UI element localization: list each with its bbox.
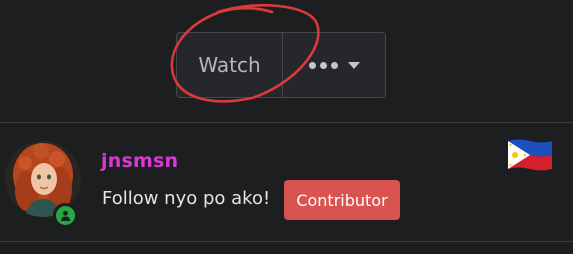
user-bio: Follow nyo po ako! (102, 188, 271, 209)
philippines-flag-icon (508, 139, 552, 171)
ellipsis-icon (308, 61, 338, 69)
online-status-icon (53, 203, 77, 227)
watch-button-label: Watch (198, 53, 261, 77)
divider-top (0, 122, 573, 123)
watch-button[interactable]: Watch (177, 33, 283, 97)
contributor-badge: Contributor (284, 180, 400, 220)
caret-down-icon (347, 61, 360, 69)
username[interactable]: jnsmsn (101, 150, 178, 172)
watch-button-group: Watch (176, 32, 386, 98)
more-options-button[interactable] (283, 33, 385, 97)
page: Watch jnsmsn Follow nyo po ako! Contribu… (0, 0, 573, 254)
divider-bottom (0, 241, 573, 242)
